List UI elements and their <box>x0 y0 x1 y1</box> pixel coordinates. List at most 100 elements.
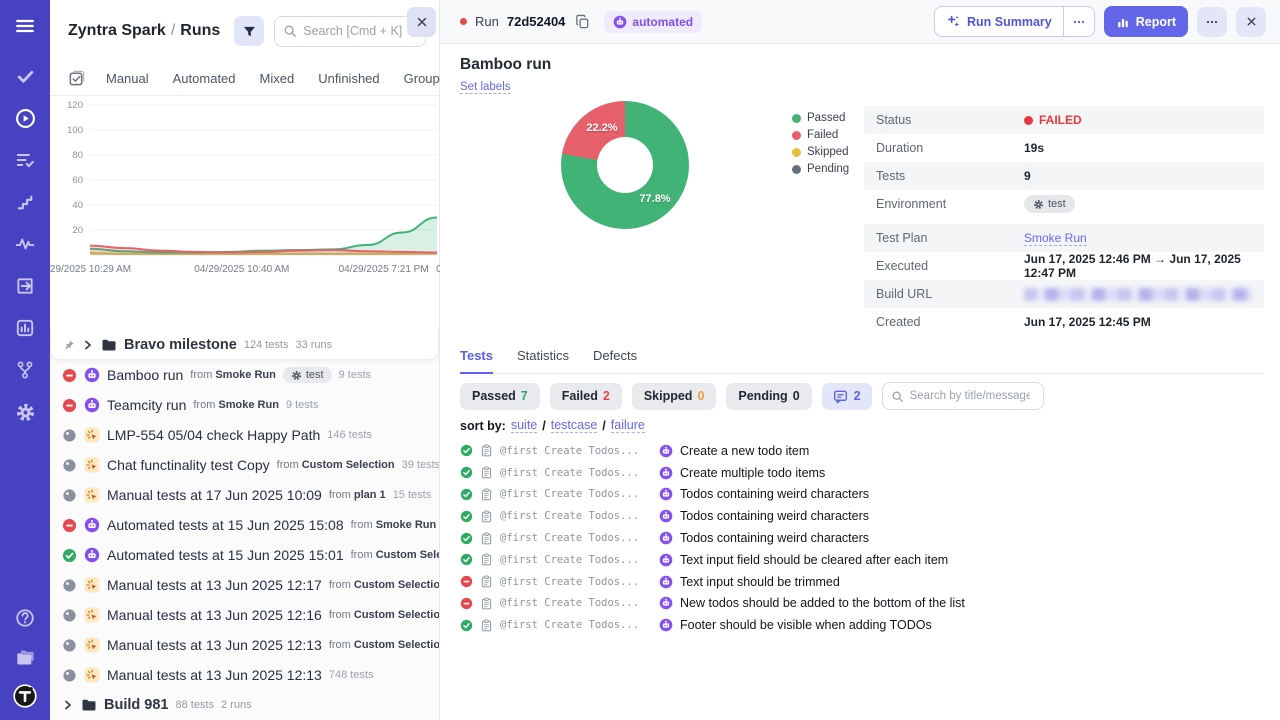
suite-path: @first Create Todos... <box>500 488 652 500</box>
run-list-item[interactable]: Bravo milestone 124 tests 33 runs Bravo … <box>50 330 439 360</box>
test-result-row[interactable]: @first Create Todos... Create multiple t… <box>460 462 1264 484</box>
suite-clipboard-icon <box>480 444 493 457</box>
detail-tab[interactable]: Defects <box>593 348 637 373</box>
select-all-icon[interactable] <box>68 70 85 87</box>
test-result-row[interactable]: @first Create Todos... Todos containing … <box>460 505 1264 527</box>
filter-pill[interactable]: Skipped0 <box>632 383 717 410</box>
donut-ring <box>561 101 689 229</box>
run-list-item[interactable]: LMP-554 05/04 check Happy Path LMP-554 0… <box>50 420 439 450</box>
filter-pill[interactable]: Pending0 <box>726 383 811 410</box>
sort-suite-link[interactable]: suite <box>511 418 537 433</box>
set-labels-link[interactable]: Set labels <box>460 81 511 94</box>
run-list-item[interactable]: Manual tests at 13 Jun 2025 12:13 Manual… <box>50 660 439 690</box>
run-list-item[interactable]: Manual tests at 17 Jun 2025 10:09 Manual… <box>50 480 439 510</box>
help-icon[interactable] <box>11 604 39 632</box>
breadcrumb-project[interactable]: Zyntra Spark <box>68 22 166 39</box>
chevron-right-icon[interactable] <box>82 339 94 351</box>
status-finished-icon <box>62 608 77 623</box>
sidebar-item-tests[interactable] <box>11 62 39 90</box>
run-list-item[interactable]: Manual tests at 13 Jun 2025 12:17 Manual… <box>50 570 439 600</box>
app-logo[interactable] <box>11 682 39 710</box>
runs-tab[interactable]: Unfinished <box>318 71 379 86</box>
sidebar-item-settings[interactable] <box>11 398 39 426</box>
test-result-row[interactable]: @first Create Todos... Text input field … <box>460 549 1264 571</box>
run-tests-count: 15 tests <box>393 489 432 501</box>
close-panel-button[interactable] <box>407 7 436 37</box>
runs-search-input[interactable] <box>303 24 413 38</box>
detail-tab[interactable]: Tests <box>460 348 493 373</box>
x-axis-label: 04/29/2025 10:40 AM <box>194 264 289 275</box>
filter-button[interactable] <box>234 16 264 46</box>
sidebar-item-steps[interactable] <box>11 188 39 216</box>
filter-pill[interactable]: Failed2 <box>550 383 622 410</box>
test-result-row[interactable]: @first Create Todos... New todos should … <box>460 593 1264 615</box>
run-list-item[interactable]: Manual tests at 13 Jun 2025 12:13 Manual… <box>50 630 439 660</box>
sort-testcase-link[interactable]: testcase <box>551 418 598 433</box>
suite-path: @first Create Todos... <box>500 554 652 566</box>
chevron-right-icon[interactable] <box>62 699 74 711</box>
sidebar-item-analytics[interactable] <box>11 314 39 342</box>
suite-path: @first Create Todos... <box>500 597 652 609</box>
automated-test-icon <box>659 487 673 501</box>
test-title: Create multiple todo items <box>680 466 825 480</box>
run-list-item[interactable]: Bamboo run Bamboo run from Smoke Run tes… <box>50 360 439 390</box>
run-list-item[interactable]: Teamcity run Teamcity run from Smoke Run <box>50 390 439 420</box>
automated-run-icon <box>84 517 100 533</box>
donut-failed-label: 22.2% <box>586 122 617 134</box>
suite-clipboard-icon <box>480 575 493 588</box>
run-list-item[interactable]: Automated tests at 15 Jun 2025 15:08 Aut… <box>50 510 439 540</box>
status-finished-icon <box>62 638 77 653</box>
projects-icon[interactable] <box>11 643 39 671</box>
suite-path: @first Create Todos... <box>500 445 652 457</box>
run-name: Teamcity run <box>107 397 186 413</box>
run-list-item[interactable]: Automated tests at 15 Jun 2025 15:01 Aut… <box>50 540 439 570</box>
runs-tab[interactable]: Automated <box>173 71 236 86</box>
sidebar-item-test-plans[interactable] <box>11 146 39 174</box>
test-result-row[interactable]: @first Create Todos... Text input should… <box>460 571 1264 593</box>
copy-icon[interactable] <box>575 14 590 29</box>
test-failed-icon <box>460 575 473 588</box>
test-plan-link[interactable]: Smoke Run <box>1024 231 1087 246</box>
robot-icon <box>613 15 627 29</box>
run-list-item[interactable]: Manual tests at 13 Jun 2025 12:16 Manual… <box>50 600 439 630</box>
run-summary-more-button[interactable] <box>1063 7 1094 36</box>
suite-path: @first Create Todos... <box>500 619 652 631</box>
sidebar-item-pulse[interactable] <box>11 230 39 258</box>
main-sidebar <box>0 0 50 720</box>
run-list-item[interactable]: Build 981 88 tests 2 runs Build 981 <box>50 690 439 720</box>
test-title: Todos containing weird characters <box>680 487 869 501</box>
tests-search-input[interactable] <box>910 390 1030 402</box>
result-filters: Passed7 Failed2 Skipped0 Pending0 <box>460 382 1044 410</box>
menu-icon[interactable] <box>11 12 39 40</box>
test-result-row[interactable]: @first Create Todos... Create a new todo… <box>460 440 1264 462</box>
more-actions-button[interactable] <box>1197 7 1227 37</box>
detail-tab[interactable]: Statistics <box>517 348 569 373</box>
report-button[interactable]: Report <box>1104 6 1188 37</box>
run-list-item[interactable]: Chat functinality test Copy Chat functin… <box>50 450 439 480</box>
sparkles-icon <box>946 14 961 29</box>
test-result-row[interactable]: @first Create Todos... Todos containing … <box>460 484 1264 506</box>
search-icon <box>283 24 297 38</box>
test-result-row[interactable]: @first Create Todos... Footer should be … <box>460 614 1264 636</box>
test-passed-icon <box>460 444 473 457</box>
sidebar-item-import[interactable] <box>11 272 39 300</box>
comments-filter-pill[interactable]: 2 <box>822 383 872 410</box>
svg-text:20: 20 <box>72 225 83 236</box>
close-detail-button[interactable] <box>1236 7 1266 37</box>
run-title: Bamboo run <box>460 56 551 74</box>
filter-pill[interactable]: Passed7 <box>460 383 540 410</box>
runs-tab[interactable]: Mixed <box>260 71 295 86</box>
run-source: from Custom Selection <box>329 639 439 651</box>
legend-item: Skipped <box>792 146 849 158</box>
runs-tab[interactable]: Manual <box>106 71 149 86</box>
status-finished-icon <box>62 578 77 593</box>
manual-run-icon <box>84 607 100 623</box>
sort-failure-link[interactable]: failure <box>611 418 645 433</box>
sidebar-item-branches[interactable] <box>11 356 39 384</box>
detail-tabs: Tests Statistics Defects <box>460 348 1264 374</box>
automated-badge[interactable]: automated <box>604 11 702 33</box>
sidebar-item-runs[interactable] <box>11 104 39 132</box>
test-result-row[interactable]: @first Create Todos... Todos containing … <box>460 527 1264 549</box>
run-summary-button[interactable]: Run Summary <box>935 7 1063 36</box>
run-source: from Custom Selection <box>351 549 439 561</box>
